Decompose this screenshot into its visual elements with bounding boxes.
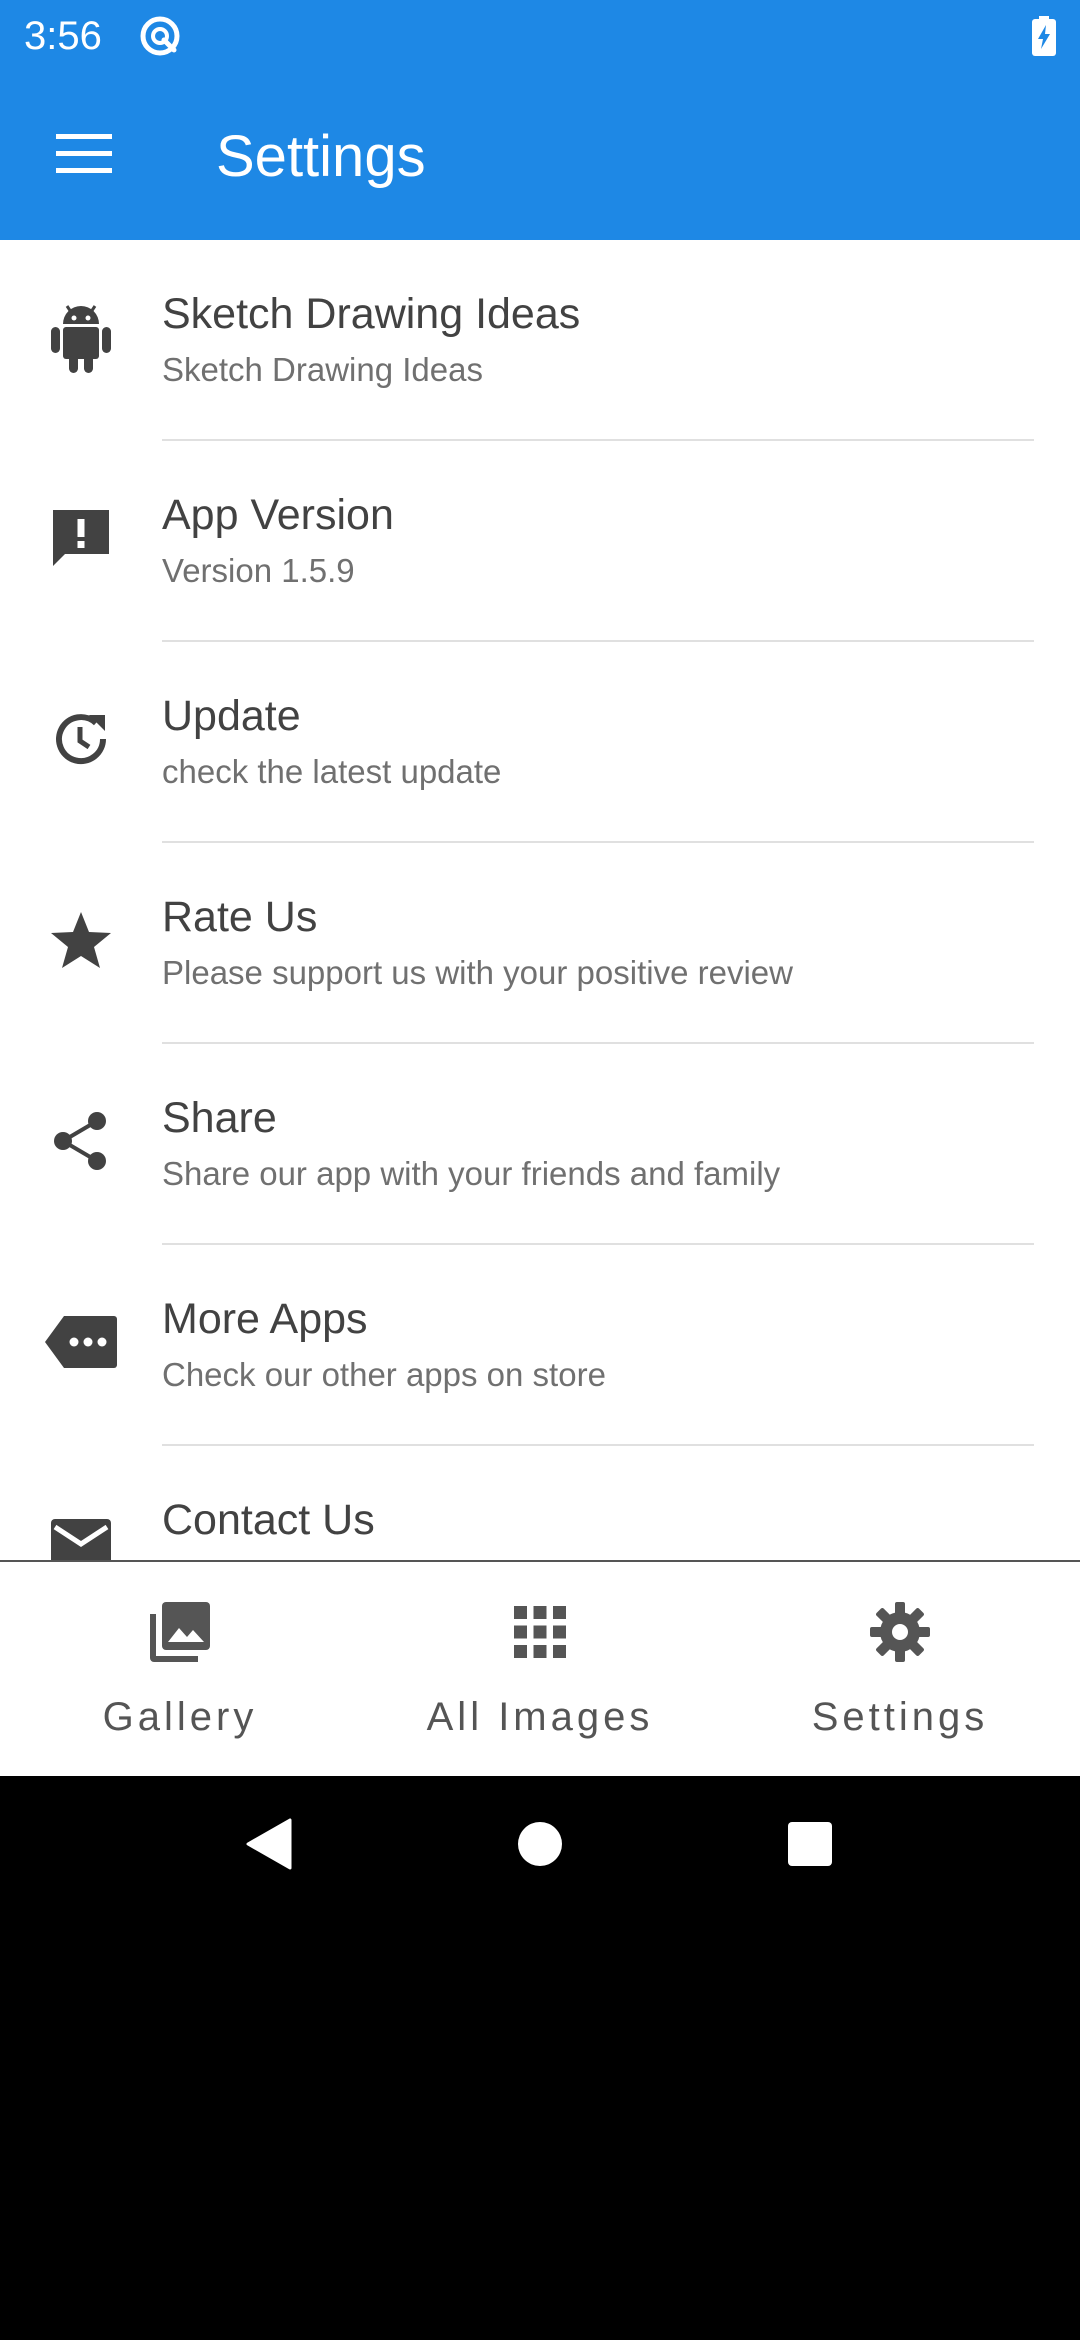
item-subtitle: Sketch Drawing Ideas bbox=[162, 351, 483, 388]
star-icon bbox=[42, 901, 120, 979]
settings-item-share[interactable]: Share Share our app with your friends an… bbox=[0, 1044, 1080, 1245]
update-icon bbox=[42, 700, 120, 778]
item-title: Share bbox=[162, 1094, 277, 1142]
feedback-icon bbox=[42, 499, 120, 577]
nav-all-images[interactable]: All Images bbox=[360, 1562, 720, 1776]
nav-label: Gallery bbox=[102, 1695, 258, 1739]
item-title: Contact Us bbox=[162, 1496, 375, 1544]
mail-icon bbox=[42, 1504, 120, 1560]
nav-settings[interactable]: Settings bbox=[720, 1562, 1080, 1776]
android-icon bbox=[42, 298, 120, 376]
back-triangle-icon bbox=[244, 1818, 292, 1875]
settings-item-rate-us[interactable]: Rate Us Please support us with your posi… bbox=[0, 843, 1080, 1044]
gear-icon bbox=[864, 1596, 936, 1668]
menu-icon bbox=[56, 133, 112, 179]
settings-item-update[interactable]: Update check the latest update bbox=[0, 642, 1080, 843]
page-title: Settings bbox=[216, 124, 426, 189]
home-button[interactable] bbox=[502, 1808, 578, 1884]
item-subtitle: Check our other apps on store bbox=[162, 1356, 606, 1393]
item-subtitle: Please support us with your positive rev… bbox=[162, 954, 793, 991]
recents-square-icon bbox=[787, 1821, 833, 1872]
item-title: Sketch Drawing Ideas bbox=[162, 290, 581, 338]
item-subtitle: check the latest update bbox=[162, 753, 502, 790]
screen: 3:56 Settings Sketch Drawing Ideas Sketc… bbox=[0, 0, 1080, 2340]
nav-label: All Images bbox=[426, 1695, 654, 1739]
status-bar: 3:56 bbox=[0, 0, 1080, 72]
system-navigation-bar bbox=[0, 1776, 1080, 1916]
status-app-icon bbox=[138, 14, 182, 58]
menu-button[interactable] bbox=[40, 116, 128, 196]
item-subtitle: Share our app with your friends and fami… bbox=[162, 1155, 781, 1192]
share-icon bbox=[42, 1102, 120, 1180]
settings-list: Sketch Drawing Ideas Sketch Drawing Idea… bbox=[0, 240, 1080, 1560]
settings-item-app-name[interactable]: Sketch Drawing Ideas Sketch Drawing Idea… bbox=[0, 240, 1080, 441]
nav-gallery[interactable]: Gallery bbox=[0, 1562, 360, 1776]
settings-item-more-apps[interactable]: More Apps Check our other apps on store bbox=[0, 1245, 1080, 1446]
more-apps-icon bbox=[42, 1303, 120, 1381]
recents-button[interactable] bbox=[772, 1808, 848, 1884]
home-circle-icon bbox=[517, 1821, 563, 1872]
status-time: 3:56 bbox=[24, 14, 102, 58]
item-title: Rate Us bbox=[162, 893, 318, 941]
gallery-icon bbox=[144, 1596, 216, 1668]
item-title: Update bbox=[162, 692, 301, 740]
grid-icon bbox=[504, 1596, 576, 1668]
item-title: App Version bbox=[162, 491, 394, 539]
back-button[interactable] bbox=[230, 1808, 306, 1884]
battery-charging-icon bbox=[1032, 16, 1056, 56]
item-subtitle: Version 1.5.9 bbox=[162, 552, 355, 589]
item-title: More Apps bbox=[162, 1295, 368, 1343]
settings-item-contact-us[interactable]: Contact Us bbox=[0, 1446, 1080, 1560]
nav-label: Settings bbox=[811, 1695, 989, 1739]
settings-item-app-version[interactable]: App Version Version 1.5.9 bbox=[0, 441, 1080, 642]
app-bar: Settings bbox=[0, 72, 1080, 240]
bottom-navigation: Gallery All Images Settings bbox=[0, 1560, 1080, 1776]
